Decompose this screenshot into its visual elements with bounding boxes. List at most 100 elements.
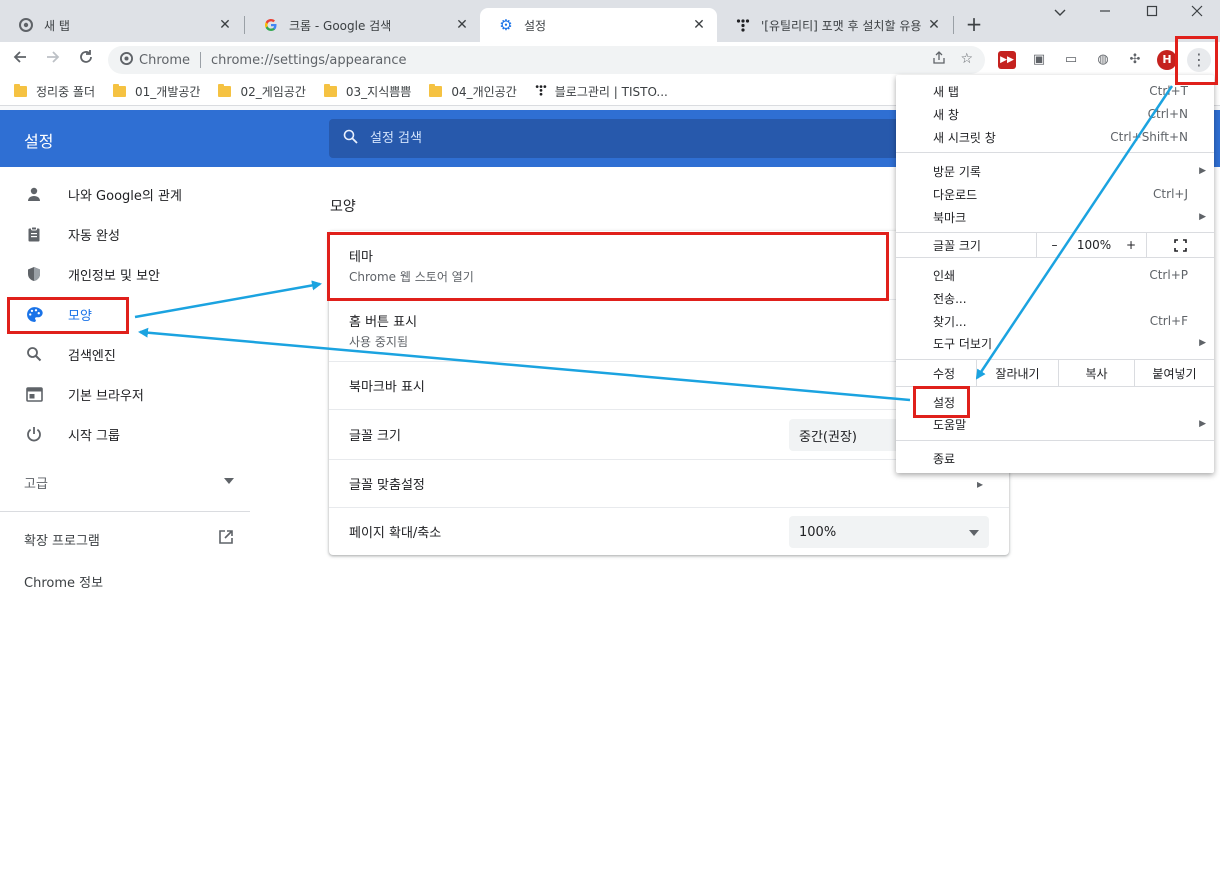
extensions-label: 확장 프로그램 [24, 533, 100, 549]
menu-item-find[interactable]: 찾기... Ctrl+F [896, 310, 1214, 332]
menu-item-bookmarks[interactable]: 북마크 ▶ [896, 206, 1214, 228]
close-icon[interactable]: ✕ [926, 17, 942, 33]
forward-arrow-icon[interactable] [41, 48, 65, 72]
sidebar-item-autofill[interactable]: 자동 완성 [0, 214, 250, 254]
zoom-in-button[interactable]: + [1116, 233, 1146, 257]
share-icon[interactable] [932, 51, 946, 69]
bookmark-folder[interactable]: 03_지식쁨쁨 [323, 83, 411, 100]
bookmark-site[interactable]: 블로그관리 | TISTO... [535, 83, 668, 100]
ext-video-icon[interactable]: ▶▶ [998, 51, 1016, 69]
ext-window-icon[interactable]: ▭ [1062, 51, 1080, 69]
sidebar-item-label: 시작 그룹 [68, 428, 120, 444]
bookmark-folder[interactable]: 02_게임공간 [218, 83, 306, 100]
zoom-out-button[interactable]: – [1036, 233, 1072, 257]
sidebar-item-privacy[interactable]: 개인정보 및 보안 [0, 254, 250, 294]
menu-item-new-tab[interactable]: 새 탭 Ctrl+T [896, 80, 1214, 102]
tab-title: 새 탭 [44, 18, 70, 33]
tab-search-chevron-icon[interactable] [1045, 5, 1075, 21]
profile-avatar[interactable]: H [1157, 50, 1177, 70]
bookmark-folder[interactable]: 04_개인공간 [429, 83, 517, 100]
sidebar-item-on-startup[interactable]: 시작 그룹 [0, 414, 250, 454]
settings-search-input[interactable] [370, 131, 770, 146]
menu-label: 찾기... [933, 314, 967, 329]
bookmark-label: 01_개발공간 [135, 85, 201, 99]
bookmark-folder[interactable]: 정리중 폴더 [14, 83, 95, 100]
site-label: Chrome [139, 52, 190, 68]
sidebar-item-label: 기본 브라우저 [68, 388, 144, 404]
menu-divider [896, 152, 1214, 153]
close-icon[interactable]: ✕ [217, 17, 233, 33]
copy-button[interactable]: 복사 [1058, 360, 1134, 386]
ext-globe-icon[interactable]: ◍ [1094, 51, 1112, 69]
puzzle-icon[interactable]: ✣ [1126, 51, 1144, 69]
chevron-right-icon: ▶ [1199, 212, 1206, 222]
star-icon[interactable]: ☆ [960, 51, 973, 69]
url-text[interactable]: chrome://settings/appearance [211, 53, 407, 68]
menu-item-settings[interactable]: 설정 [896, 391, 1214, 413]
menu-item-more-tools[interactable]: 도구 더보기 ▶ [896, 332, 1214, 354]
close-icon[interactable]: ✕ [691, 17, 707, 33]
clipboard-icon [24, 224, 44, 244]
menu-item-new-window[interactable]: 새 창 Ctrl+N [896, 103, 1214, 125]
menu-label: 도움말 [933, 417, 967, 432]
sidebar-item-search-engine[interactable]: 검색엔진 [0, 334, 250, 374]
tab-strip: 새 탭 ✕ 크롬 - Google 검색 ✕ ⚙ 설정 ✕ '[유틸리티] 포맷… [0, 0, 1220, 42]
menu-label: 북마크 [933, 210, 967, 225]
cut-button[interactable]: 잘라내기 [976, 360, 1058, 386]
menu-item-cast[interactable]: 전송... [896, 287, 1214, 309]
ext-image-icon[interactable]: ▣ [1030, 51, 1048, 69]
menu-shortcut: Ctrl+J [1153, 187, 1188, 201]
tab-new-tab[interactable]: 새 탭 ✕ [0, 8, 243, 42]
maximize-icon[interactable] [1137, 5, 1167, 21]
bookmark-folder[interactable]: 01_개발공간 [113, 83, 200, 100]
caret-down-icon [969, 525, 979, 540]
chrome-icon [18, 17, 34, 33]
tab-title: '[유틸리티] 포맷 후 설치할 유용 [761, 18, 922, 33]
fullscreen-icon[interactable] [1146, 233, 1214, 257]
sidebar-item-you-and-google[interactable]: 나와 Google의 관계 [0, 174, 250, 214]
row-label: 글꼴 맞춤설정 [349, 478, 425, 493]
row-sublabel: Chrome 웹 스토어 열기 [349, 269, 474, 284]
zoom-label: 글꼴 크기 [933, 238, 981, 253]
sidebar-about-chrome[interactable]: Chrome 정보 [24, 572, 103, 591]
row-label: 페이지 확대/축소 [349, 526, 442, 541]
menu-item-exit[interactable]: 종료 [896, 447, 1214, 469]
row-label: 테마 [349, 249, 373, 265]
search-icon [24, 344, 44, 364]
reload-icon[interactable] [74, 48, 98, 72]
folder-icon [14, 84, 27, 97]
tab-tistory-post[interactable]: '[유틸리티] 포맷 후 설치할 유용 ✕ [717, 8, 952, 42]
tistory-icon [735, 17, 751, 33]
minimize-icon[interactable] [1090, 5, 1120, 21]
gear-icon: ⚙ [499, 16, 513, 34]
sidebar-item-default-browser[interactable]: 기본 브라우저 [0, 374, 250, 414]
menu-item-print[interactable]: 인쇄 Ctrl+P [896, 264, 1214, 286]
close-icon[interactable]: ✕ [454, 17, 470, 33]
tab-google-search[interactable]: 크롬 - Google 검색 ✕ [245, 8, 480, 42]
kebab-menu-icon[interactable]: ⋮ [1187, 48, 1211, 72]
zoom-value: 100% [1076, 238, 1112, 252]
menu-label: 전송... [933, 291, 967, 306]
menu-label: 다운로드 [933, 187, 978, 202]
menu-item-history[interactable]: 방문 기록 ▶ [896, 160, 1214, 182]
menu-item-incognito[interactable]: 새 시크릿 창 Ctrl+Shift+N [896, 126, 1214, 148]
menu-divider [896, 386, 1214, 387]
menu-item-downloads[interactable]: 다운로드 Ctrl+J [896, 183, 1214, 205]
omnibox-separator [200, 52, 201, 68]
tab-settings[interactable]: ⚙ 설정 ✕ [480, 8, 717, 42]
sidebar-advanced[interactable]: 고급 [24, 473, 234, 492]
sidebar-extensions-link[interactable]: 확장 프로그램 [24, 529, 234, 549]
back-arrow-icon[interactable] [8, 48, 32, 72]
menu-divider [896, 440, 1214, 441]
address-bar[interactable]: Chrome chrome://settings/appearance ☆ [108, 46, 985, 74]
toolbar: Chrome chrome://settings/appearance ☆ ▶▶… [0, 42, 1220, 78]
new-tab-button[interactable]: + [962, 13, 986, 37]
page-zoom-select[interactable]: 100% [789, 516, 989, 548]
menu-label: 종료 [933, 451, 956, 466]
sidebar-item-appearance[interactable]: 모양 [0, 294, 250, 334]
sidebar-divider [0, 511, 250, 512]
paste-button[interactable]: 붙여넣기 [1134, 360, 1214, 386]
menu-item-help[interactable]: 도움말 ▶ [896, 413, 1214, 435]
palette-icon [24, 304, 44, 324]
close-window-icon[interactable] [1182, 5, 1212, 21]
